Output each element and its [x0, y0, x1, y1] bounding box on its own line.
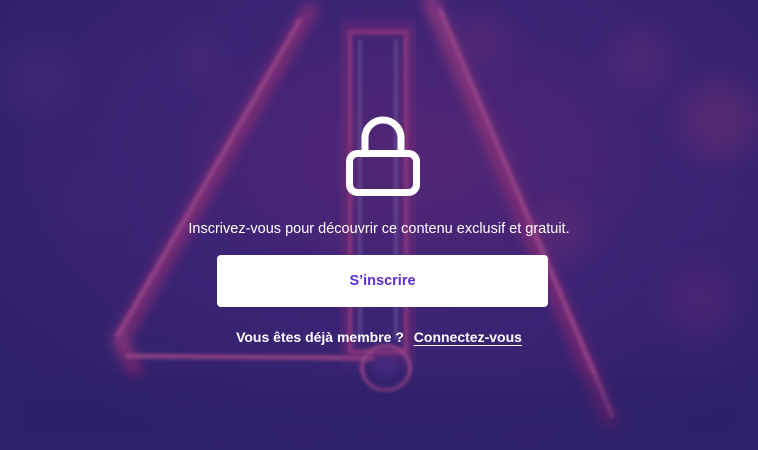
signup-button[interactable]: S’inscrire — [217, 255, 548, 307]
paywall-content: Inscrivez-vous pour découvrir ce contenu… — [0, 0, 758, 450]
paywall-screen: Inscrivez-vous pour découvrir ce contenu… — [0, 0, 758, 450]
member-prompt: Vous êtes déjà membre ? — [236, 329, 404, 345]
paywall-message: Inscrivez-vous pour découvrir ce contenu… — [188, 221, 570, 237]
lock-icon — [346, 116, 420, 196]
login-link[interactable]: Connectez-vous — [414, 329, 522, 345]
signup-button-label: S’inscrire — [349, 273, 416, 289]
member-login-row: Vous êtes déjà membre ? Connectez-vous — [0, 327, 758, 347]
